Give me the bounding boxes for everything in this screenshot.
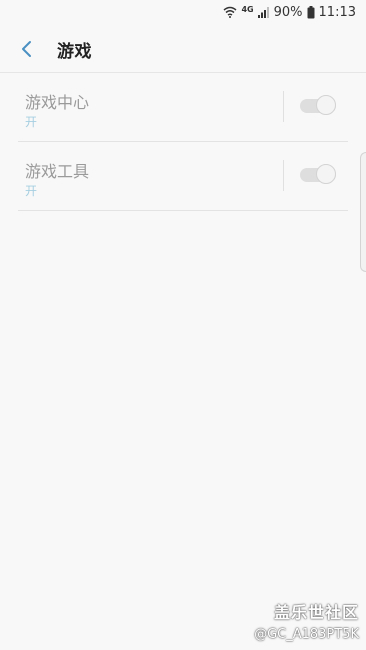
status-bar: 4G 90% 11:13 bbox=[0, 0, 366, 24]
game-tools-toggle[interactable] bbox=[300, 164, 338, 186]
settings-list: 游戏中心 开 游戏工具 开 bbox=[18, 73, 348, 211]
chevron-left-icon bbox=[22, 41, 31, 57]
edge-panel-handle[interactable] bbox=[360, 152, 366, 272]
vertical-divider bbox=[283, 160, 284, 191]
watermark-user: @GC_A183PT5K bbox=[254, 627, 359, 642]
wifi-icon bbox=[223, 6, 237, 18]
page-title: 游戏 bbox=[57, 42, 92, 62]
setting-title: 游戏工具 bbox=[25, 162, 90, 181]
network-type-label: 4G bbox=[241, 4, 254, 14]
setting-title: 游戏中心 bbox=[25, 93, 90, 112]
setting-row-game-center[interactable]: 游戏中心 开 bbox=[18, 73, 348, 142]
clock: 11:13 bbox=[318, 4, 356, 20]
toggle-knob bbox=[316, 164, 336, 184]
toggle-knob bbox=[316, 95, 336, 115]
watermark: 盖乐世社区 @GC_A183PT5K bbox=[254, 599, 359, 642]
app-bar: 游戏 bbox=[0, 24, 366, 73]
game-center-toggle[interactable] bbox=[300, 95, 338, 117]
setting-row-game-tools[interactable]: 游戏工具 开 bbox=[18, 142, 348, 211]
vertical-divider bbox=[283, 91, 284, 122]
battery-icon bbox=[307, 5, 315, 19]
status-icons: 4G 90% 11:13 bbox=[223, 3, 356, 21]
setting-status: 开 bbox=[25, 184, 38, 198]
battery-percent: 90% bbox=[273, 4, 303, 20]
watermark-site: 盖乐世社区 bbox=[273, 603, 359, 622]
setting-status: 开 bbox=[25, 115, 38, 129]
signal-icon bbox=[257, 6, 270, 18]
back-button[interactable] bbox=[10, 33, 42, 65]
